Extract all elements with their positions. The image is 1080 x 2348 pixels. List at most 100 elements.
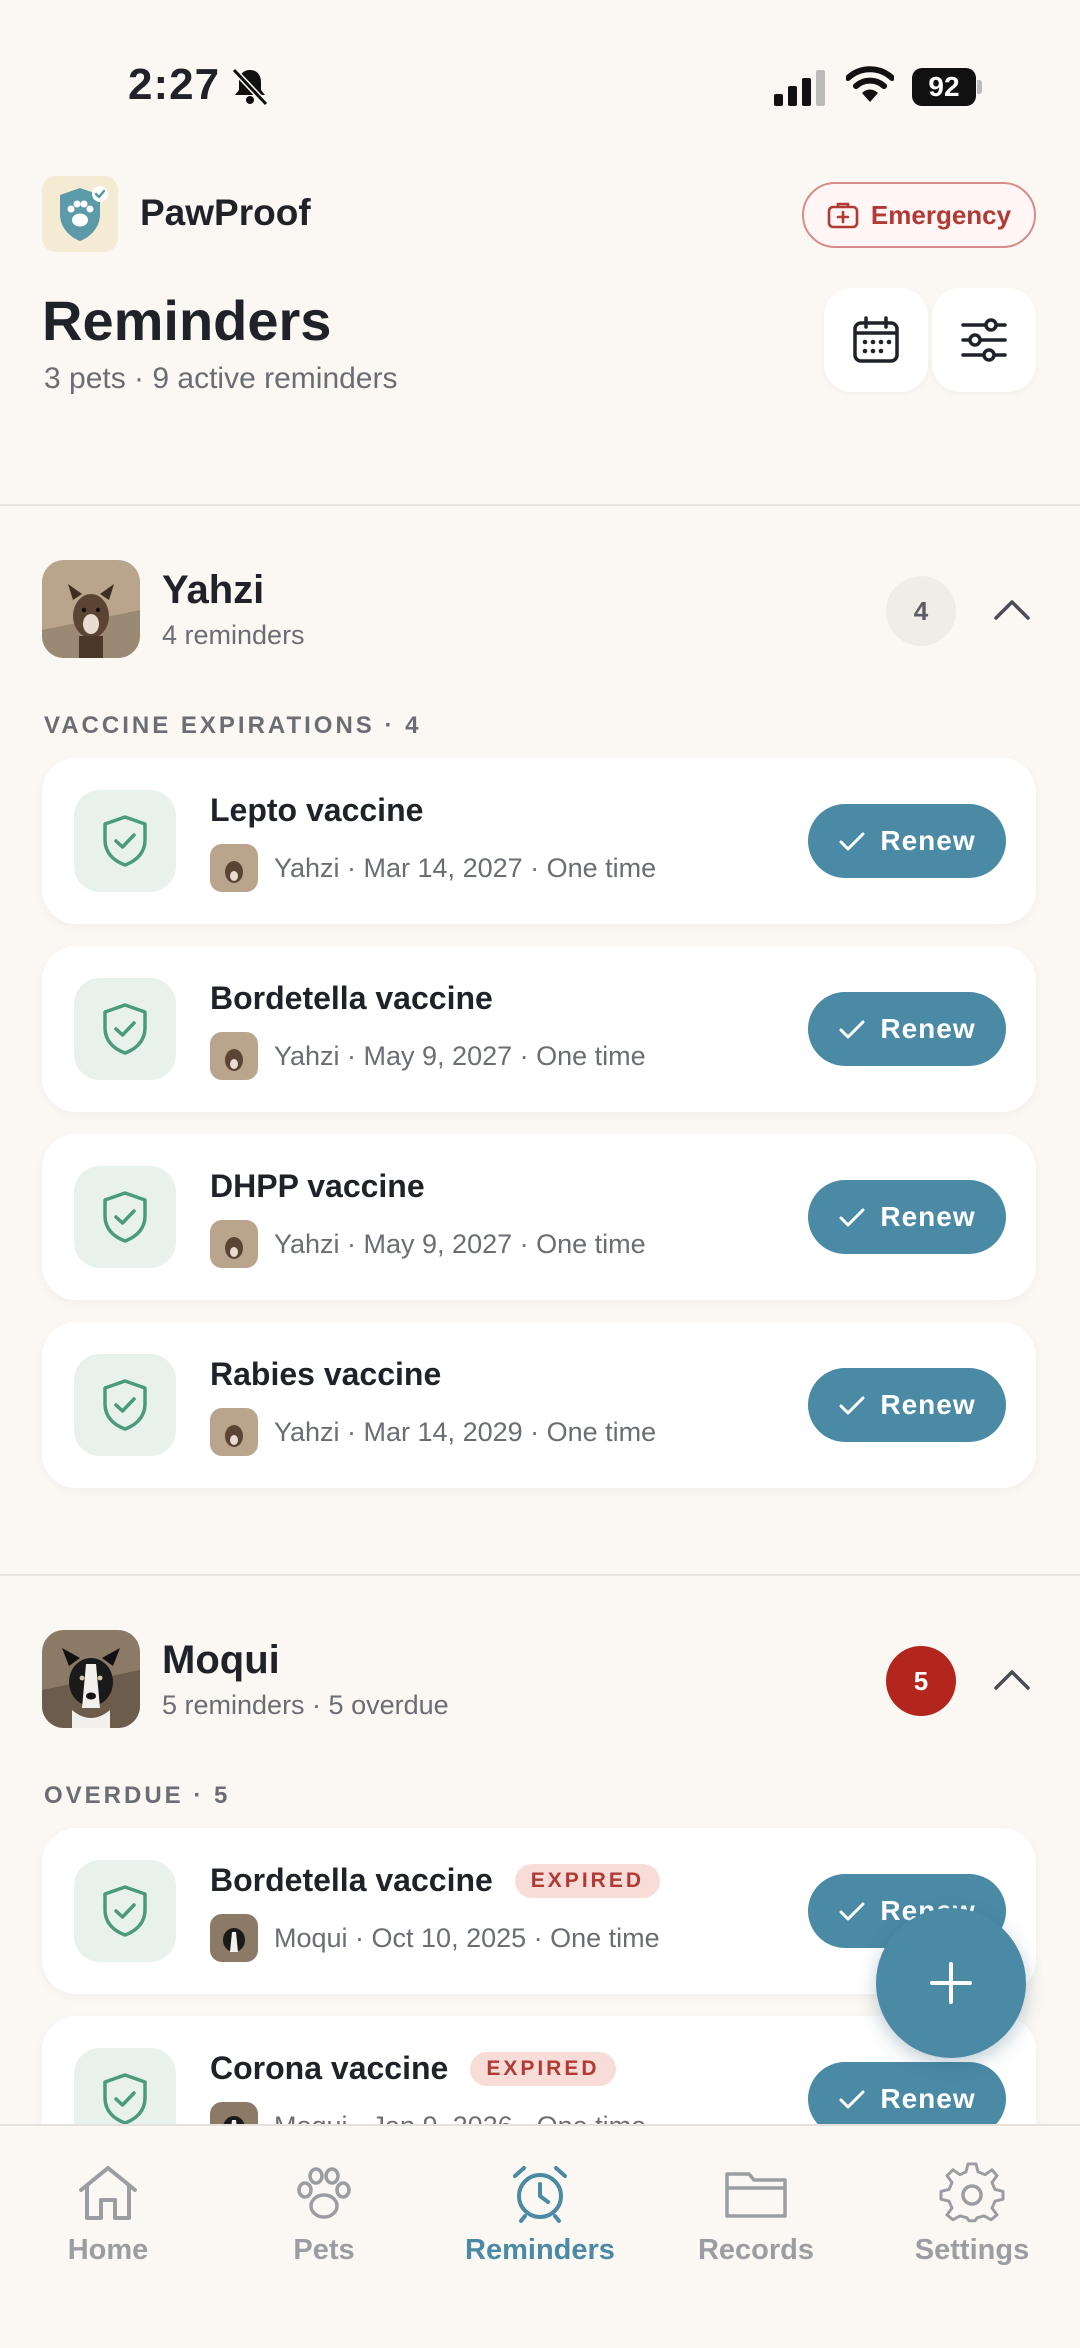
reminder-details: Yahzi · Mar 14, 2029 · One time <box>274 1416 657 1447</box>
renew-label: Renew <box>880 825 976 856</box>
gear-icon <box>939 2162 1005 2223</box>
renew-label: Renew <box>880 1201 976 1232</box>
tab-records[interactable]: Records <box>656 2162 856 2292</box>
emergency-button[interactable]: Emergency <box>802 182 1036 248</box>
status-bar: 2:27 92 <box>0 0 1080 150</box>
dog-photo-icon <box>210 1408 258 1456</box>
battery-tip <box>977 80 982 94</box>
home-icon <box>79 2166 137 2220</box>
dog-photo-icon <box>210 1220 258 1268</box>
card-title-row: Lepto vaccine <box>210 792 423 829</box>
vaccine-icon-tile <box>74 1354 176 1456</box>
chevron-up-icon[interactable] <box>992 1664 1032 1694</box>
reminder-card[interactable]: DHPP vaccine Yahzi · May 9, 2027 · One t… <box>42 1134 1036 1300</box>
reminder-meta: Yahzi · May 9, 2027 · One time <box>210 1220 646 1268</box>
section-label: VACCINE EXPIRATIONS · 4 <box>44 712 422 739</box>
paw-shield-logo-icon <box>60 186 108 241</box>
shield-check-icon <box>103 2073 147 2125</box>
calendar-view-button[interactable] <box>824 288 928 392</box>
vaccine-icon-tile <box>74 790 176 892</box>
calendar-icon <box>853 316 899 363</box>
tab-settings[interactable]: Settings <box>872 2162 1072 2292</box>
renew-label: Renew <box>880 2083 976 2114</box>
renew-button[interactable]: Renew <box>808 804 1006 878</box>
cellular-signal-icon <box>774 70 825 106</box>
reminder-meta: Yahzi · May 9, 2027 · One time <box>210 1032 646 1080</box>
battery-level: 92 <box>912 68 976 106</box>
tab-label: Pets <box>293 2234 355 2266</box>
reminder-title: DHPP vaccine <box>210 1168 425 1204</box>
reminder-card[interactable]: Bordetella vaccine Yahzi · May 9, 2027 ·… <box>42 946 1036 1112</box>
dog-photo-icon <box>210 1914 258 1962</box>
reminder-card[interactable]: Lepto vaccine Yahzi · Mar 14, 2027 · One… <box>42 758 1036 924</box>
pet-group-header[interactable]: Moqui 5 reminders · 5 overdue 5 <box>0 1630 1080 1730</box>
pet-group-header[interactable]: Yahzi 4 reminders 4 <box>0 560 1080 660</box>
chevron-up-icon[interactable] <box>992 594 1032 624</box>
reminder-title: Rabies vaccine <box>210 1356 442 1392</box>
section-label: OVERDUE · 5 <box>44 1782 231 1809</box>
app-logo <box>42 176 118 252</box>
reminder-details: Yahzi · May 9, 2027 · One time <box>274 1040 646 1071</box>
reminder-title: Bordetella vaccine <box>210 980 493 1016</box>
card-title-row: Rabies vaccine <box>210 1356 441 1393</box>
card-title-row: Bordetella vaccine EXPIRED <box>210 1862 660 1899</box>
wifi-icon <box>846 66 894 102</box>
dog-photo-icon <box>42 1630 140 1728</box>
expired-badge: EXPIRED <box>514 1863 660 1898</box>
reminder-meta: Moqui · Oct 10, 2025 · One time <box>210 1914 660 1962</box>
tab-reminders[interactable]: Reminders <box>440 2162 640 2292</box>
pet-reminder-summary: 5 reminders · 5 overdue <box>162 1690 449 1720</box>
tab-pets[interactable]: Pets <box>224 2162 424 2292</box>
pet-mini-avatar <box>210 844 258 892</box>
checkmark-icon <box>839 1020 865 1039</box>
reminder-details: Moqui · Oct 10, 2025 · One time <box>274 1922 660 1953</box>
reminder-title: Lepto vaccine <box>210 792 424 828</box>
filter-button[interactable] <box>932 288 1036 392</box>
card-title-row: DHPP vaccine <box>210 1168 425 1205</box>
add-reminder-button[interactable] <box>876 1908 1026 2058</box>
pet-reminder-summary: 4 reminders <box>162 620 305 650</box>
checkmark-icon <box>839 1902 865 1921</box>
paw-icon <box>297 2167 351 2219</box>
vaccine-icon-tile <box>74 978 176 1080</box>
shield-check-icon <box>103 815 147 867</box>
reminder-count-badge: 4 <box>886 576 956 646</box>
alarm-clock-icon <box>513 2166 567 2223</box>
dog-photo-icon <box>210 1032 258 1080</box>
pet-name: Moqui <box>162 1638 280 1682</box>
tab-label: Reminders <box>465 2234 615 2266</box>
header-divider <box>0 504 1080 506</box>
checkmark-icon <box>839 2090 865 2109</box>
shield-check-icon <box>103 1191 147 1243</box>
tab-label: Records <box>697 2234 815 2266</box>
renew-label: Renew <box>880 1013 976 1044</box>
reminder-card[interactable]: Rabies vaccine Yahzi · Mar 14, 2029 · On… <box>42 1322 1036 1488</box>
reminder-title: Corona vaccine <box>210 2050 449 2086</box>
vaccine-icon-tile <box>74 1860 176 1962</box>
dog-photo-icon <box>210 844 258 892</box>
checkmark-icon <box>839 1396 865 1415</box>
page-subtitle: 3 pets · 9 active reminders <box>44 362 398 395</box>
emergency-label: Emergency <box>870 199 1012 230</box>
bottom-tab-bar: Home Pets Reminders Records Settings <box>0 2124 1080 2348</box>
app-name: PawProof <box>140 192 311 233</box>
tab-home[interactable]: Home <box>8 2162 208 2292</box>
first-aid-kit-icon <box>827 202 859 229</box>
expired-badge: EXPIRED <box>470 2051 616 2086</box>
renew-button[interactable]: Renew <box>808 1368 1006 1442</box>
renew-button[interactable]: Renew <box>808 992 1006 1066</box>
reminder-meta: Yahzi · Mar 14, 2029 · One time <box>210 1408 656 1456</box>
renew-button[interactable]: Renew <box>808 1180 1006 1254</box>
battery-indicator: 92 <box>912 68 982 106</box>
reminder-meta: Yahzi · Mar 14, 2027 · One time <box>210 844 656 892</box>
pet-mini-avatar <box>210 1914 258 1962</box>
bell-muted-icon <box>231 67 269 107</box>
pet-mini-avatar <box>210 1220 258 1268</box>
page-title: Reminders <box>42 289 332 352</box>
status-time: 2:27 <box>128 60 221 109</box>
pet-mini-avatar <box>210 1408 258 1456</box>
pet-avatar <box>42 560 140 658</box>
tab-label: Settings <box>914 2234 1030 2266</box>
pet-avatar <box>42 1630 140 1728</box>
folder-icon <box>725 2172 787 2218</box>
